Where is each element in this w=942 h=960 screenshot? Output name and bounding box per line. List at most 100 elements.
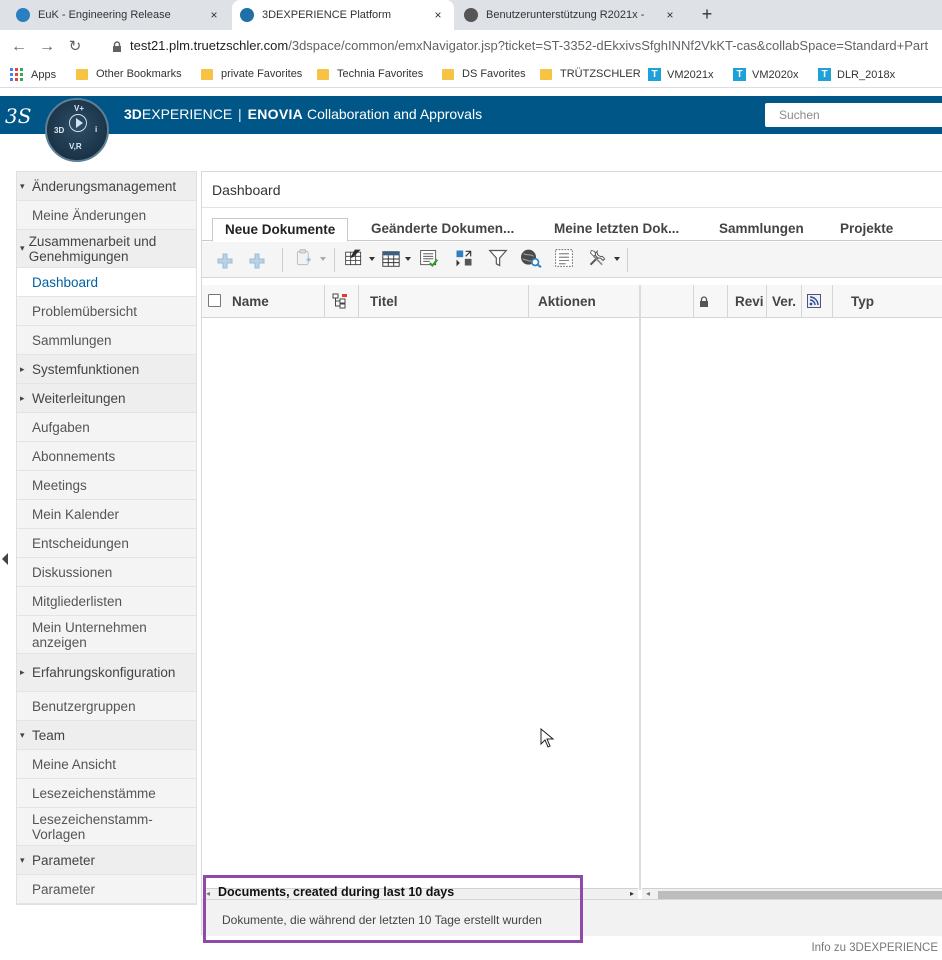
- tab-neue-dokumente[interactable]: Neue Dokumente: [212, 218, 349, 242]
- sidebar-item-lesezeichenstamm-vorlagen[interactable]: Lesezeichenstamm-Vorlagen: [17, 808, 196, 846]
- bookmark-private[interactable]: private Favorites: [201, 68, 302, 80]
- sidebar-item-meetings[interactable]: Meetings: [17, 471, 196, 500]
- dassault-logo: 3S: [5, 104, 32, 128]
- bookmark-other[interactable]: Other Bookmarks: [76, 68, 182, 80]
- tab-sammlungen[interactable]: Sammlungen: [719, 218, 804, 241]
- sidebar-item-zusammenarbeit-und-genehmigungen[interactable]: ▾ Zusammenarbeit und Genehmigungen: [17, 230, 196, 268]
- column-name[interactable]: Name: [232, 285, 269, 318]
- move-items-icon[interactable]: [452, 248, 476, 268]
- reload-icon[interactable]: ↻: [64, 36, 86, 58]
- collapse-menu-icon[interactable]: [2, 553, 8, 565]
- browser-tab-3dexperience[interactable]: 3DEXPERIENCE Platform ×: [232, 0, 454, 30]
- sidebar-item-label: Meine Änderungen: [32, 207, 147, 223]
- sidebar-item-weiterleitungen[interactable]: ▸ Weiterleitungen: [17, 384, 196, 413]
- sidebar-item-benutzergruppen[interactable]: Benutzergruppen: [17, 692, 196, 721]
- table-view-icon[interactable]: [380, 249, 402, 269]
- column-revision[interactable]: Revi: [735, 285, 764, 318]
- sidebar-item-diskussionen[interactable]: Diskussionen: [17, 558, 196, 587]
- sidebar-item-meine-ansicht[interactable]: Meine Ansicht: [17, 750, 196, 779]
- select-all-icon[interactable]: [552, 248, 576, 268]
- chevron-down-icon[interactable]: [405, 257, 411, 261]
- lock-icon[interactable]: [111, 41, 123, 53]
- lock-icon[interactable]: [699, 296, 709, 307]
- column-divider[interactable]: [832, 285, 833, 318]
- column-divider[interactable]: [801, 285, 802, 318]
- mouse-cursor-icon: [540, 728, 554, 748]
- sidebar-item-parameter[interactable]: Parameter: [17, 875, 196, 904]
- close-tab-icon[interactable]: ×: [206, 8, 222, 22]
- close-tab-icon[interactable]: ×: [662, 8, 678, 22]
- scrollbar-thumb[interactable]: [658, 891, 942, 899]
- new-tab-button[interactable]: +: [696, 4, 718, 26]
- forward-arrow-icon[interactable]: →: [36, 36, 58, 58]
- sidebar-item-mitgliederlisten[interactable]: Mitgliederlisten: [17, 587, 196, 616]
- close-tab-icon[interactable]: ×: [430, 8, 446, 22]
- sidebar-item-mein-kalender[interactable]: Mein Kalender: [17, 500, 196, 529]
- sidebar-item-parameter[interactable]: ▾ Parameter: [17, 846, 196, 875]
- column-divider[interactable]: [528, 285, 529, 318]
- sidebar-item-erfahrungskonfiguration[interactable]: ▸ Erfahrungskonfiguration: [17, 654, 196, 692]
- caret-down-icon: ▾: [20, 854, 25, 865]
- bookmark-dlr2018x[interactable]: T DLR_2018x: [818, 68, 895, 81]
- column-divider[interactable]: [324, 285, 325, 318]
- scroll-right-icon[interactable]: ▸: [630, 889, 634, 898]
- column-divider[interactable]: [358, 285, 359, 318]
- chevron-down-icon[interactable]: [614, 257, 620, 261]
- sidebar-item-systemfunktionen[interactable]: ▸ Systemfunktionen: [17, 355, 196, 384]
- chevron-down-icon[interactable]: [320, 257, 326, 261]
- add-existing-icon[interactable]: [248, 251, 266, 271]
- browser-tab-support[interactable]: Benutzerunterstützung R2021x - ×: [456, 0, 686, 30]
- bookmark-label: DLR_2018x: [837, 68, 896, 81]
- sidebar-item-entscheidungen[interactable]: Entscheidungen: [17, 529, 196, 558]
- compass-button[interactable]: V+ 3D i V,R: [45, 98, 109, 162]
- sidebar-item-lesezeichenstämme[interactable]: Lesezeichenstämme: [17, 779, 196, 808]
- about-link[interactable]: Info zu 3DEXPERIENCE: [811, 942, 938, 954]
- sidebar-item-sammlungen[interactable]: Sammlungen: [17, 326, 196, 355]
- chevron-down-icon[interactable]: [369, 257, 375, 261]
- sidebar-item-mein-unternehmen-anzeigen[interactable]: Mein Unternehmen anzeigen: [17, 616, 196, 654]
- bookmark-apps[interactable]: Apps: [10, 68, 56, 81]
- brand-3d: 3D: [124, 106, 142, 122]
- column-titel[interactable]: Titel: [370, 285, 398, 318]
- back-arrow-icon[interactable]: ←: [8, 36, 30, 58]
- url-field[interactable]: test21.plm.truetzschler.com/3dspace/comm…: [130, 38, 928, 53]
- bookmark-technia[interactable]: Technia Favorites: [317, 68, 423, 80]
- bookmark-label: DS Favorites: [462, 68, 526, 80]
- globe-search-icon[interactable]: [518, 248, 544, 268]
- hierarchy-icon[interactable]: [332, 293, 348, 309]
- column-divider[interactable]: [766, 285, 767, 318]
- tab-meine-letzten-dokumente[interactable]: Meine letzten Dok...: [554, 218, 679, 241]
- edit-table-icon[interactable]: [342, 248, 366, 268]
- frozen-pane-splitter[interactable]: [639, 285, 641, 890]
- column-aktionen[interactable]: Aktionen: [538, 285, 596, 318]
- select-all-checkbox[interactable]: [208, 294, 221, 307]
- bookmark-ds[interactable]: DS Favorites: [442, 68, 526, 80]
- sidebar-item-meine-änderungen[interactable]: Meine Änderungen: [17, 201, 196, 230]
- upload-document-icon[interactable]: [292, 248, 316, 268]
- bookmark-vm2020x[interactable]: T VM2020x: [733, 68, 798, 81]
- tab-projekte[interactable]: Projekte: [840, 218, 893, 241]
- rss-feed-icon[interactable]: [807, 294, 821, 308]
- bookmark-vm2021x[interactable]: T VM2021x: [648, 68, 713, 81]
- sidebar-item-dashboard[interactable]: Dashboard: [17, 268, 196, 297]
- tab-geaenderte-dokumente[interactable]: Geänderte Dokumen...: [371, 218, 514, 241]
- scroll-left-icon[interactable]: ◂: [646, 889, 650, 898]
- sidebar-item-abonnements[interactable]: Abonnements: [17, 442, 196, 471]
- sidebar-item-label: Änderungsmanagement: [32, 178, 177, 194]
- search-input[interactable]: Suchen: [765, 103, 942, 127]
- sidebar-item-änderungsmanagement[interactable]: ▾ Änderungsmanagement: [17, 172, 196, 201]
- site-favicon-icon: [240, 8, 254, 22]
- sidebar-item-team[interactable]: ▾ Team: [17, 721, 196, 750]
- sidebar-item-problemübersicht[interactable]: Problemübersicht: [17, 297, 196, 326]
- mass-update-icon[interactable]: [417, 248, 441, 268]
- bookmark-truetzschler[interactable]: TRÜTZSCHLER: [540, 68, 641, 80]
- column-divider[interactable]: [693, 285, 694, 318]
- filter-icon[interactable]: [486, 248, 510, 268]
- browser-tab-euk[interactable]: EuK - Engineering Release ×: [8, 0, 230, 30]
- column-version[interactable]: Ver.: [772, 285, 796, 318]
- tools-icon[interactable]: [585, 248, 611, 268]
- column-typ[interactable]: Typ: [851, 285, 874, 318]
- sidebar-item-aufgaben[interactable]: Aufgaben: [17, 413, 196, 442]
- add-icon[interactable]: [216, 251, 234, 271]
- column-divider[interactable]: [727, 285, 728, 318]
